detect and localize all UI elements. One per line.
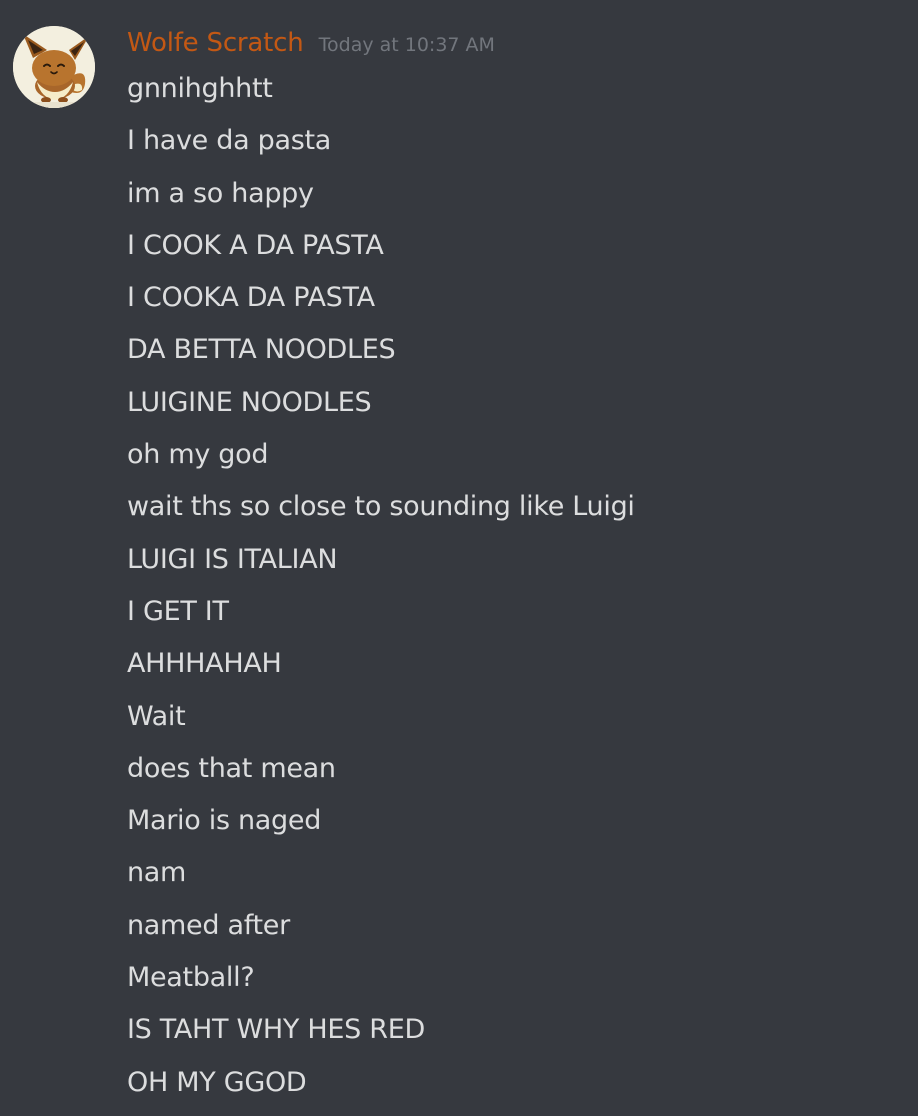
- message-line: LUIGI IS ITALIAN: [127, 543, 338, 575]
- message-line: wait ths so close to sounding like Luigi: [127, 491, 635, 523]
- message-line: AHHHAHAH: [127, 648, 282, 680]
- message-group: Wolfe Scratch Today at 10:37 AM gnnihghh…: [0, 0, 918, 1100]
- message-line: I GET IT: [127, 595, 229, 627]
- message-line: does that mean: [127, 752, 336, 784]
- message-line: im a so happy: [127, 177, 314, 209]
- message-content: gnnihghhtt I have da pasta im a so happy I …: [127, 70, 907, 1116]
- message-line: IS TAHT WHY HES RED: [127, 1014, 425, 1046]
- message-line: oh my god: [127, 439, 269, 471]
- message-line: nam: [127, 857, 187, 889]
- message-line: DA BETTA NOODLES: [127, 334, 396, 366]
- timestamp[interactable]: Today at 10:37 AM: [319, 34, 495, 56]
- message-line: I COOKA DA PASTA: [127, 282, 375, 314]
- username[interactable]: Wolfe Scratch: [127, 28, 304, 58]
- message-header: Wolfe Scratch Today at 10:37 AM: [127, 28, 495, 64]
- message-line: gnnihghhtt: [127, 73, 273, 104]
- message-line: Wait: [127, 700, 186, 732]
- message-line: I COOK A DA PASTA: [127, 229, 384, 261]
- message-line: named after: [127, 909, 290, 941]
- message-line: OH MY GGOD: [127, 1066, 307, 1098]
- message-line: Mario is naged: [127, 805, 322, 837]
- message-line: LUIGINE NOODLES: [127, 386, 372, 418]
- message-line: I have da pasta: [127, 125, 332, 157]
- message-line: Meatball?: [127, 962, 255, 994]
- eevee-avatar-icon[interactable]: [13, 26, 95, 108]
